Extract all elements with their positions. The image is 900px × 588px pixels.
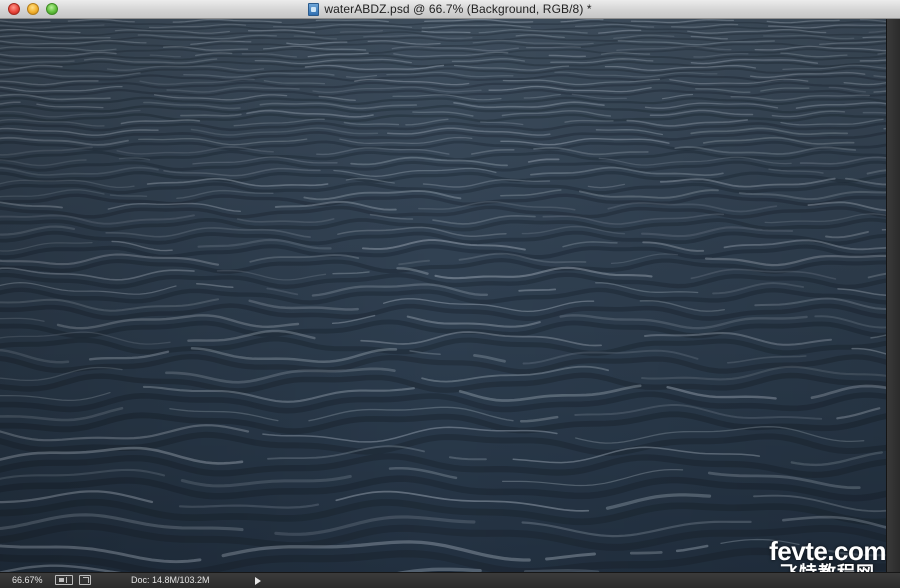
zoom-level-field[interactable]: 66.67% xyxy=(12,575,43,585)
status-bar: 66.67% Doc: 14.8M/103.2M xyxy=(0,572,900,588)
window-title: waterABDZ.psd @ 66.7% (Background, RGB/8… xyxy=(324,2,592,16)
menu-arrow-icon[interactable] xyxy=(255,577,261,585)
window-title-group: waterABDZ.psd @ 66.7% (Background, RGB/8… xyxy=(0,0,900,18)
vertical-scroll-edge[interactable] xyxy=(886,19,900,572)
share-icon[interactable] xyxy=(79,575,91,585)
document-canvas[interactable] xyxy=(0,19,886,572)
water-surface-image xyxy=(0,19,886,572)
proof-setup-icon[interactable] xyxy=(55,575,73,585)
window-title-bar[interactable]: waterABDZ.psd @ 66.7% (Background, RGB/8… xyxy=(0,0,900,19)
psd-document-icon[interactable] xyxy=(308,2,320,16)
document-size-info: Doc: 14.8M/103.2M xyxy=(131,575,210,585)
